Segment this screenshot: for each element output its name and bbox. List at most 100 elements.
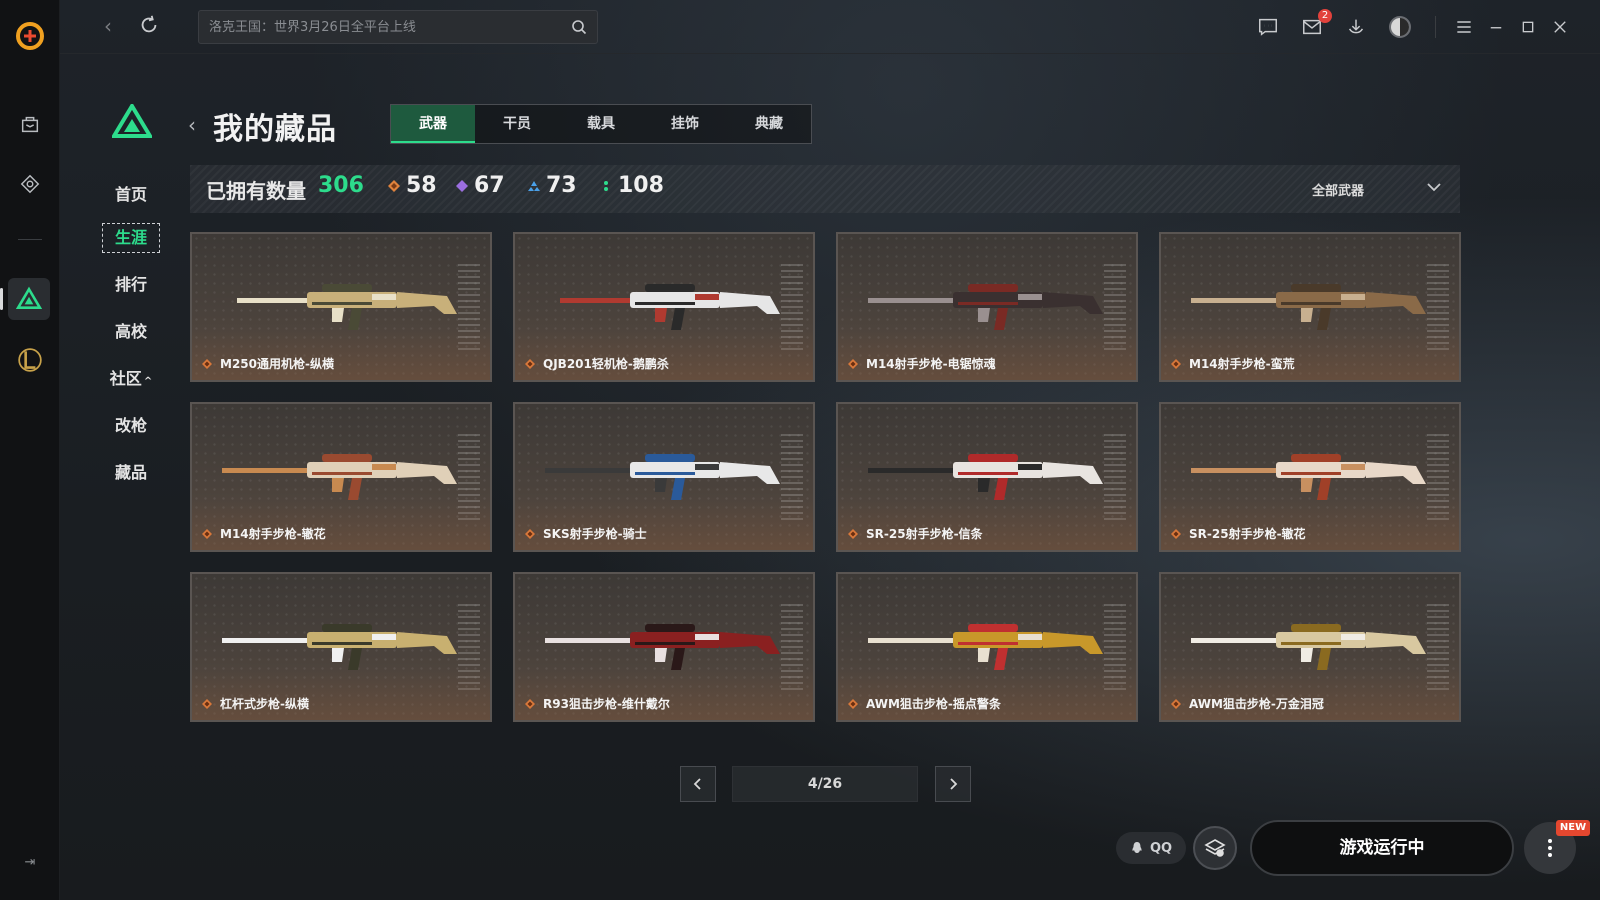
rarity-diamond-icon [848, 358, 858, 369]
toolbar-divider [1435, 16, 1436, 38]
weapon-name-label: R93狙击步枪-维什戴尔 [543, 697, 670, 711]
rarity-diamond-icon [848, 698, 858, 709]
new-badge: NEW [1556, 820, 1590, 836]
side-nav-item-career[interactable]: 生涯 [102, 223, 160, 253]
weapon-card[interactable]: AWM狙击步枪-摇点警条 [836, 572, 1138, 722]
chat-icon[interactable] [1256, 15, 1280, 39]
side-nav-item-campus[interactable]: 高校 [102, 313, 160, 351]
tab-weapons[interactable]: 武器 [391, 105, 475, 143]
weapon-name: R93狙击步枪-维什戴尔 [525, 695, 670, 712]
side-nav-item-ranking[interactable]: 排行 [102, 266, 160, 304]
weapon-card[interactable]: M14射手步枪-蛮荒 [1159, 232, 1461, 382]
weapon-image [237, 284, 457, 330]
menu-icon[interactable] [1452, 15, 1476, 39]
page-back-icon[interactable]: ‹ [188, 112, 208, 138]
game-tag-icon[interactable] [14, 168, 46, 200]
weapon-name-label: AWM狙击步枪-万金泪冠 [1189, 697, 1324, 711]
download-icon[interactable] [1344, 15, 1368, 39]
weapon-name: SR-25射手步枪-信条 [848, 525, 983, 542]
rarity-count-purple: 67 [456, 173, 505, 198]
layers-button[interactable] [1193, 826, 1237, 870]
weapon-name-label: AWM狙击步枪-摇点警条 [866, 697, 1001, 711]
search-icon[interactable] [571, 19, 587, 35]
close-icon[interactable] [1548, 15, 1572, 39]
weapon-card[interactable]: R93狙击步枪-维什戴尔 [513, 572, 815, 722]
weapon-card[interactable]: M14射手步枪-电锯惊魂 [836, 232, 1138, 382]
maximize-icon[interactable] [1516, 15, 1540, 39]
weapon-name-label: SR-25射手步枪-信条 [866, 527, 983, 541]
orange-diamond-icon [388, 179, 400, 192]
weapon-card[interactable]: QJB201轻机枪-鹅鹏杀 [513, 232, 815, 382]
weapon-image [868, 454, 1103, 500]
weapon-image [560, 284, 780, 330]
league-of-legends-icon[interactable] [14, 344, 46, 376]
refresh-icon[interactable] [138, 14, 162, 38]
page-indicator: 4/26 [732, 766, 918, 802]
weapon-name-label: SKS射手步枪-骑士 [543, 527, 647, 541]
weapon-name-label: M250通用机枪-纵横 [220, 357, 334, 371]
qq-button[interactable]: QQ [1116, 832, 1186, 864]
collapse-icon[interactable]: ⇥ [18, 852, 42, 872]
weapon-card[interactable]: 杠杆式步枪-纵横 [190, 572, 492, 722]
rarity-count-value: 58 [406, 173, 437, 198]
rarity-count-orange: 58 [388, 173, 437, 198]
tab-charms[interactable]: 挂饰 [643, 105, 727, 143]
weapon-name: SKS射手步枪-骑士 [525, 525, 647, 542]
weapon-name: AWM狙击步枪-摇点警条 [848, 695, 1001, 712]
weapon-name-label: M14射手步枪-电锯惊魂 [866, 357, 996, 371]
weapon-name: M14射手步枪-辙花 [202, 525, 326, 542]
mail-badge: 2 [1318, 9, 1332, 23]
prev-page-button[interactable] [680, 766, 716, 802]
search-input[interactable] [209, 19, 571, 35]
back-icon[interactable]: ‹ [96, 14, 120, 38]
qq-penguin-icon [1132, 842, 1142, 853]
more-vertical-icon [1548, 839, 1552, 857]
green-dots-icon [604, 180, 608, 191]
rarity-diamond-icon [848, 528, 858, 539]
weapon-name: M14射手步枪-电锯惊魂 [848, 355, 996, 372]
delta-force-icon[interactable] [8, 278, 50, 320]
weapon-card[interactable]: M250通用机枪-纵横 [190, 232, 492, 382]
weapon-card[interactable]: SR-25射手步枪-辙花 [1159, 402, 1461, 552]
chevron-right-icon [950, 778, 958, 790]
minimize-icon[interactable] [1484, 15, 1508, 39]
weapon-name: 杠杆式步枪-纵横 [202, 695, 309, 712]
side-nav: 首页 生涯 排行 高校 社区 ^ 改枪 藏品 [102, 176, 160, 501]
mail-icon[interactable]: 2 [1300, 9, 1332, 39]
side-nav-item-collection[interactable]: 藏品 [102, 454, 160, 492]
rarity-diamond-icon [202, 698, 212, 709]
game-running-button[interactable]: 游戏运行中 [1250, 820, 1514, 876]
layers-icon [1204, 839, 1226, 857]
weapon-filter-dropdown[interactable]: 全部武器 [1294, 177, 1444, 201]
weapon-card[interactable]: AWM狙击步枪-万金泪冠 [1159, 572, 1461, 722]
top-bar: ‹ 2 [60, 0, 1600, 54]
weapon-name-label: M14射手步枪-蛮荒 [1189, 357, 1295, 371]
next-page-button[interactable] [935, 766, 971, 802]
weapon-card[interactable]: SR-25射手步枪-信条 [836, 402, 1138, 552]
side-nav-item-gunsmith[interactable]: 改枪 [102, 407, 160, 445]
weapon-name: SR-25射手步枪-辙花 [1171, 525, 1306, 542]
weapon-image [222, 454, 457, 500]
qq-label: QQ [1149, 840, 1173, 856]
rarity-count-blue: 73 [528, 173, 577, 198]
delta-force-logo [110, 102, 154, 140]
app-logo-icon[interactable] [14, 20, 46, 52]
tab-operators[interactable]: 干员 [475, 105, 559, 143]
bag-icon[interactable] [14, 108, 46, 140]
weapon-image [868, 624, 1103, 670]
rarity-diamond-icon [525, 698, 535, 709]
tab-collectibles[interactable]: 典藏 [727, 105, 811, 143]
avatar[interactable] [1388, 15, 1412, 39]
rarity-diamond-icon [202, 358, 212, 369]
weapon-name: M14射手步枪-蛮荒 [1171, 355, 1295, 372]
search-bar[interactable] [198, 10, 598, 44]
weapon-card[interactable]: M14射手步枪-辙花 [190, 402, 492, 552]
weapon-card[interactable]: SKS射手步枪-骑士 [513, 402, 815, 552]
side-nav-item-community[interactable]: 社区 ^ [102, 360, 160, 398]
weapon-name: M250通用机枪-纵横 [202, 355, 334, 372]
rail-divider [18, 239, 42, 240]
side-nav-item-home[interactable]: 首页 [102, 176, 160, 214]
tab-vehicles[interactable]: 载具 [559, 105, 643, 143]
weapon-image [868, 284, 1103, 330]
weapon-name: AWM狙击步枪-万金泪冠 [1171, 695, 1324, 712]
